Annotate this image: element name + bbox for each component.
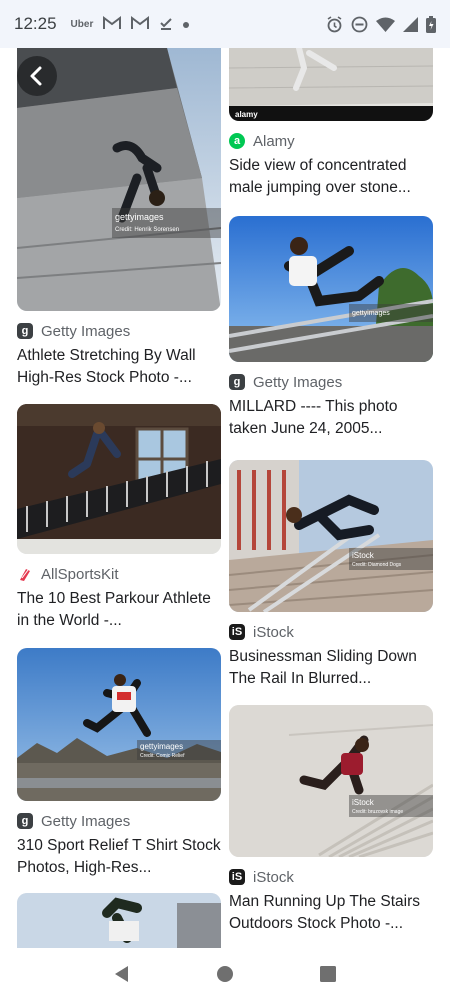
result-title[interactable]: Side view of concentrated male jumping o… bbox=[229, 155, 433, 199]
nav-home-button[interactable] bbox=[209, 958, 241, 990]
istock-watermark: iStock bbox=[352, 551, 375, 560]
result-title[interactable]: Athlete Stretching By Wall High-Res Stoc… bbox=[17, 345, 221, 389]
system-nav-bar bbox=[0, 948, 450, 1000]
result-source: AllSportsKit bbox=[17, 564, 221, 584]
uber-icon: Uber bbox=[70, 18, 94, 30]
result-source: g Getty Images bbox=[17, 321, 221, 341]
result-thumbnail[interactable] bbox=[17, 893, 221, 948]
result-card[interactable]: iStock Credit: bruzovsk image iS iStock … bbox=[229, 705, 433, 935]
system-icons bbox=[326, 15, 436, 33]
result-thumbnail[interactable] bbox=[17, 404, 221, 554]
result-card[interactable]: gettyimages Credit: Henrik Sorensen g Ge… bbox=[17, 48, 221, 389]
allsportskit-icon bbox=[17, 566, 33, 582]
dot-icon bbox=[183, 17, 190, 31]
result-card[interactable]: alamy a Alamy Side view of concentrated … bbox=[229, 48, 433, 199]
result-card[interactable]: gettyimages Credit: Comic Relief g Getty… bbox=[17, 648, 221, 879]
istock-credit: Credit: Diamond Dogs bbox=[352, 562, 402, 568]
result-thumbnail[interactable]: iStock Credit: bruzovsk image bbox=[229, 705, 433, 857]
home-circle-icon bbox=[216, 966, 233, 982]
source-name: Getty Images bbox=[253, 373, 343, 391]
result-source: iS iStock bbox=[229, 622, 433, 642]
check-icon bbox=[159, 16, 173, 33]
result-source: g Getty Images bbox=[17, 811, 221, 831]
getty-credit: Credit: Comic Relief bbox=[140, 753, 185, 759]
nav-recents-button[interactable] bbox=[312, 958, 344, 990]
result-thumbnail[interactable]: alamy bbox=[229, 48, 433, 121]
gmail-icon bbox=[131, 15, 150, 33]
dnd-icon bbox=[351, 16, 368, 33]
getty-icon: g bbox=[17, 813, 33, 829]
source-name: Alamy bbox=[253, 132, 295, 150]
status-bar: 12:25 Uber bbox=[0, 0, 450, 48]
istock-icon: iS bbox=[229, 869, 245, 885]
result-card[interactable] bbox=[17, 893, 221, 948]
result-title[interactable]: Businessman Sliding Down The Rail In Blu… bbox=[229, 646, 433, 690]
istock-watermark: iStock bbox=[352, 798, 375, 807]
getty-icon: g bbox=[17, 323, 33, 339]
recents-square-icon bbox=[320, 966, 337, 982]
source-name: Getty Images bbox=[41, 322, 131, 340]
source-name: iStock bbox=[253, 623, 294, 641]
getty-watermark: gettyimages bbox=[352, 310, 390, 317]
result-card[interactable]: gettyimages g Getty Images MILLARD ---- … bbox=[229, 216, 433, 440]
istock-icon: iS bbox=[229, 624, 245, 640]
result-thumbnail[interactable]: iStock Credit: Diamond Dogs bbox=[229, 460, 433, 612]
getty-watermark: gettyimages bbox=[140, 742, 183, 751]
result-title[interactable]: MILLARD ---- This photo taken June 24, 2… bbox=[229, 396, 433, 440]
nav-back-button[interactable] bbox=[106, 958, 138, 990]
alamy-watermark: alamy bbox=[235, 110, 258, 119]
source-name: Getty Images bbox=[41, 812, 131, 830]
result-title[interactable]: Man Running Up The Stairs Outdoors Stock… bbox=[229, 891, 433, 935]
result-source: a Alamy bbox=[229, 131, 433, 151]
status-time: 12:25 bbox=[14, 14, 57, 33]
getty-icon: g bbox=[229, 374, 245, 390]
result-title[interactable]: 310 Sport Relief T Shirt Stock Photos, H… bbox=[17, 835, 221, 879]
getty-watermark: gettyimages bbox=[115, 212, 164, 222]
notification-icons: Uber bbox=[70, 15, 190, 33]
result-source: iS iStock bbox=[229, 867, 433, 887]
istock-credit: Credit: bruzovsk image bbox=[352, 809, 403, 815]
image-results-grid: gettyimages Credit: Henrik Sorensen g Ge… bbox=[0, 48, 450, 948]
result-card[interactable]: iStock Credit: Diamond Dogs iS iStock Bu… bbox=[229, 460, 433, 690]
battery-icon bbox=[426, 15, 436, 33]
back-triangle-icon bbox=[114, 966, 128, 982]
result-thumbnail[interactable]: gettyimages Credit: Comic Relief bbox=[17, 648, 221, 801]
result-source: g Getty Images bbox=[229, 372, 433, 392]
back-button[interactable] bbox=[17, 56, 57, 96]
result-thumbnail[interactable]: gettyimages bbox=[229, 216, 433, 362]
gmail-icon bbox=[103, 15, 122, 33]
source-name: AllSportsKit bbox=[41, 565, 119, 583]
result-title[interactable]: The 10 Best Parkour Athlete in the World… bbox=[17, 588, 221, 632]
alamy-icon: a bbox=[229, 133, 245, 149]
result-card[interactable]: AllSportsKit The 10 Best Parkour Athlete… bbox=[17, 404, 221, 632]
chevron-left-icon bbox=[30, 66, 42, 86]
wifi-icon bbox=[376, 17, 395, 32]
source-name: iStock bbox=[253, 868, 294, 886]
getty-credit: Credit: Henrik Sorensen bbox=[115, 227, 179, 233]
alarm-icon bbox=[326, 15, 343, 33]
signal-icon bbox=[403, 16, 418, 32]
